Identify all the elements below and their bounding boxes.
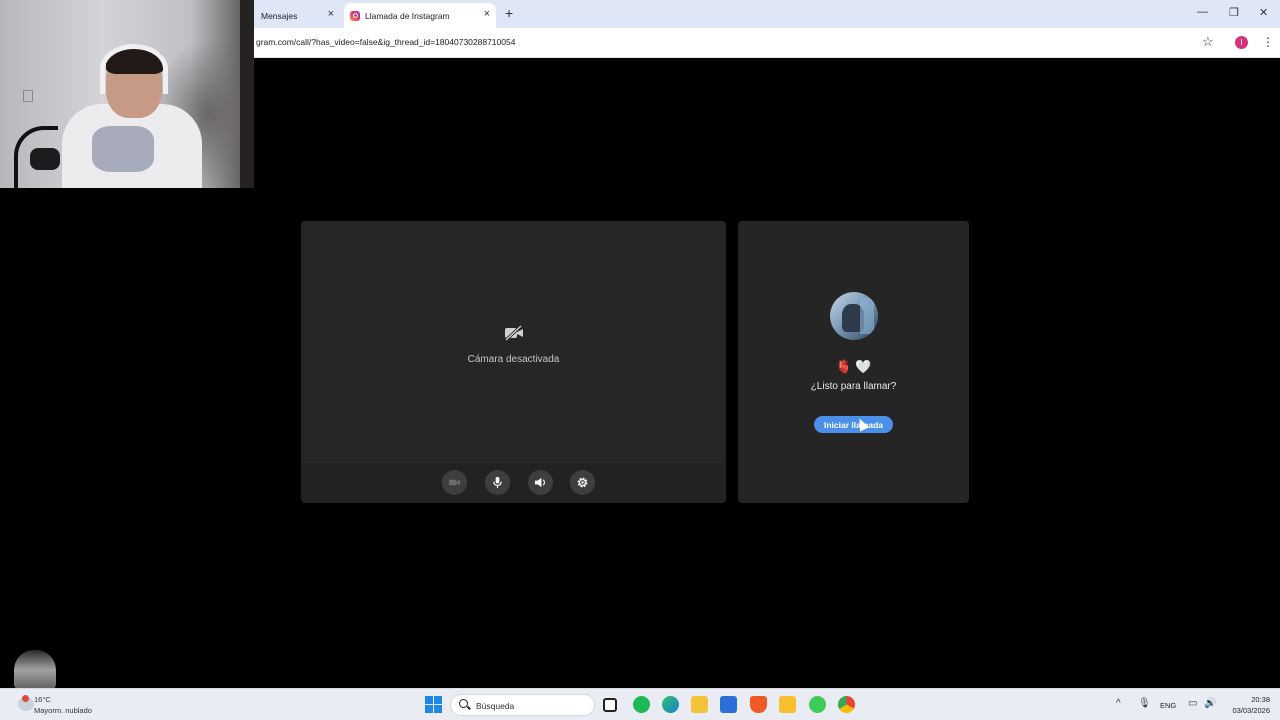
system-clock[interactable]: 20:38 03/03/2026 (1224, 694, 1270, 716)
video-off-icon (504, 325, 523, 341)
alert-dot-icon (22, 695, 29, 702)
weather-widget[interactable]: 16°C Mayorm. nublado (14, 694, 124, 718)
desktop-shortcut-icon[interactable] (14, 650, 56, 690)
close-tab-icon[interactable]: × (484, 8, 490, 20)
contact-avatar[interactable] (830, 292, 878, 340)
rockstar-launcher-icon[interactable] (779, 696, 796, 713)
taskbar-search[interactable]: Búsqueda (450, 694, 595, 716)
tab-label: Llamada de Instagram (365, 10, 450, 21)
search-icon (459, 699, 468, 708)
taskbar: 16°C Mayorm. nublado Búsqueda ^ 🎙 ENG ▭ … (0, 688, 1280, 720)
spotify-icon[interactable] (633, 696, 650, 713)
speaker-icon (534, 477, 546, 488)
webcam-overlay (0, 0, 254, 188)
browser-menu-icon[interactable]: ⋮ (1262, 35, 1274, 49)
close-window-button[interactable]: ✕ (1259, 6, 1268, 19)
windows-start-icon[interactable] (425, 696, 442, 713)
wall-switch (23, 90, 33, 102)
contact-name-emojis: 🫀 🤍 (835, 359, 872, 374)
new-tab-button[interactable]: + (505, 5, 513, 21)
microphone-tray-icon[interactable]: 🎙 (1138, 698, 1151, 709)
self-video-area: Cámara desactivada (301, 221, 726, 463)
chrome-icon[interactable] (838, 696, 855, 713)
settings-button[interactable] (570, 470, 595, 495)
tab-label: Mensajes (261, 10, 298, 21)
bookmark-star-icon[interactable]: ☆ (1202, 34, 1214, 50)
xbox-app-icon[interactable] (809, 696, 826, 713)
microphone-icon (493, 476, 502, 489)
file-explorer-icon[interactable] (691, 696, 708, 713)
volume-icon[interactable]: 🔊 (1204, 698, 1216, 709)
camera-off-label: Cámara desactivada (467, 354, 560, 365)
close-tab-icon[interactable]: × (328, 8, 334, 20)
microphone-toggle-button[interactable] (485, 470, 510, 495)
url-field[interactable]: gram.com/call/?has_video=false&ig_thread… (256, 37, 515, 47)
input-language[interactable]: ENG (1160, 701, 1176, 710)
search-placeholder: Búsqueda (476, 701, 515, 711)
instagram-icon (350, 10, 360, 21)
tab-mensajes[interactable]: Mensajes × (252, 3, 342, 28)
profile-avatar[interactable]: I (1235, 36, 1248, 49)
task-view-icon[interactable] (603, 698, 617, 712)
clock-date: 03/03/2026 (1232, 706, 1270, 715)
edge-icon[interactable] (662, 696, 679, 713)
video-camera-icon (448, 479, 461, 486)
brave-icon[interactable] (750, 696, 767, 713)
headphones (100, 44, 168, 94)
restore-button[interactable]: ❐ (1229, 6, 1239, 19)
ready-to-call-text: ¿Listo para llamar? (810, 381, 897, 392)
speaker-toggle-button[interactable] (528, 470, 553, 495)
camera-toggle-button[interactable] (442, 470, 467, 495)
weather-temperature: 16°C (34, 695, 51, 704)
tab-llamada-de-instagram[interactable]: Llamada de Instagram × (344, 3, 496, 28)
self-video-panel: Cámara desactivada (301, 221, 726, 503)
clock-time: 20:38 (1251, 695, 1270, 704)
weather-description: Mayorm. nublado (34, 706, 92, 715)
chevron-up-icon[interactable]: ^ (1116, 698, 1121, 709)
gear-icon (577, 477, 588, 488)
network-icon[interactable]: ▭ (1188, 698, 1197, 709)
remote-call-panel: 🫀 🤍 ¿Listo para llamar? Iniciar llamada (738, 221, 969, 503)
microsoft-store-icon[interactable] (720, 696, 737, 713)
start-call-button[interactable]: Iniciar llamada (814, 416, 893, 433)
minimize-button[interactable]: — (1197, 6, 1208, 18)
